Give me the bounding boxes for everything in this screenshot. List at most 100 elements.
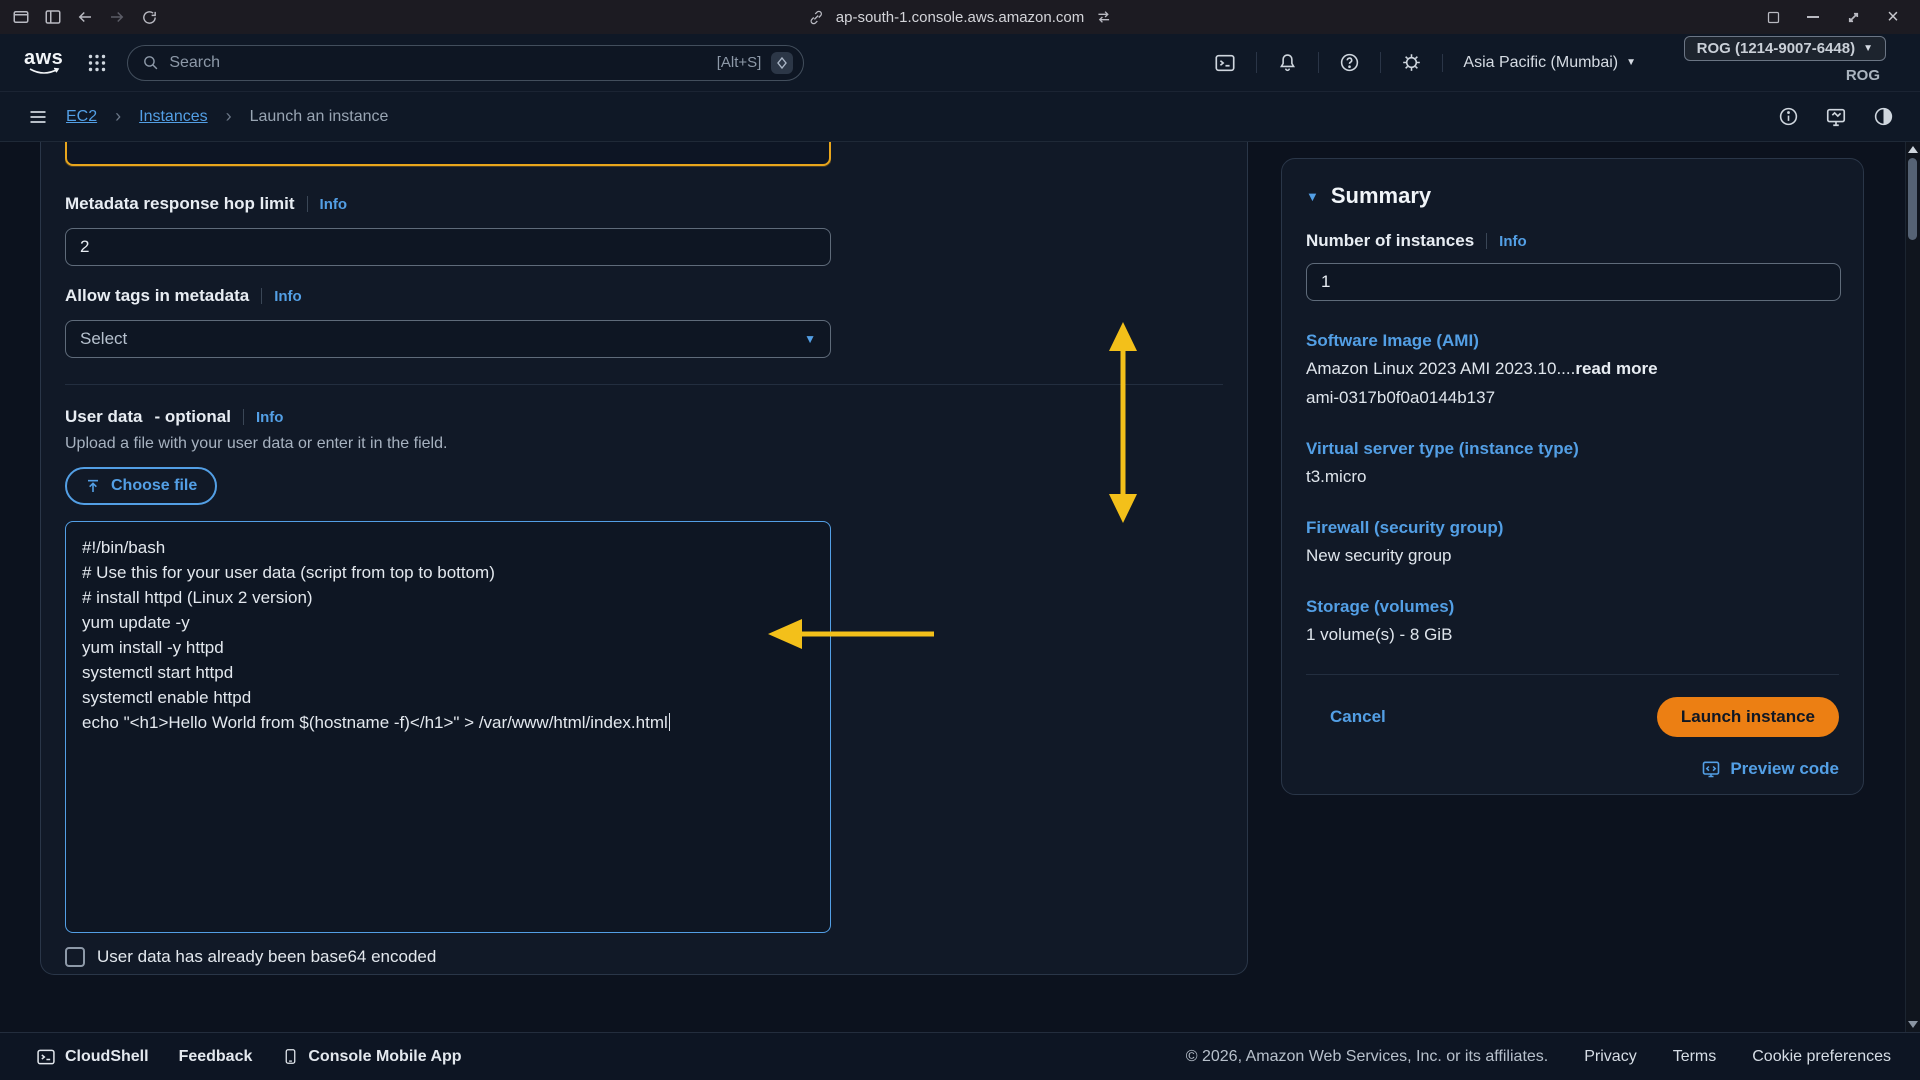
firefox-view-icon[interactable] <box>10 6 32 28</box>
cloudshell-icon <box>36 1047 56 1067</box>
breadcrumb-current: Launch an instance <box>250 108 389 126</box>
user-data-textarea[interactable]: #!/bin/bash # Use this for your user dat… <box>65 521 831 933</box>
chevron-down-icon: ▼ <box>1863 43 1873 54</box>
window-icon[interactable] <box>1762 6 1784 28</box>
amazon-q-icon[interactable] <box>771 52 793 74</box>
base64-checkbox[interactable] <box>65 947 85 967</box>
breadcrumb-instances[interactable]: Instances <box>139 108 207 126</box>
collapse-caret-icon: ▼ <box>1306 189 1319 204</box>
user-data-info-link[interactable]: Info <box>256 409 284 426</box>
feedback-icon[interactable] <box>1825 106 1847 128</box>
console-search[interactable]: [Alt+S] <box>127 45 804 81</box>
footer-feedback-button[interactable]: Feedback <box>179 1048 253 1066</box>
info-icon[interactable] <box>1778 106 1799 127</box>
cancel-button[interactable]: Cancel <box>1330 707 1386 727</box>
account-menu-label: ROG (1214-9007-6448) <box>1697 40 1855 57</box>
footer-mobile-app-button[interactable]: Console Mobile App <box>282 1048 461 1066</box>
notifications-bell-icon[interactable] <box>1256 52 1318 73</box>
switch-icon[interactable] <box>1093 6 1115 28</box>
allow-tags-label: Allow tags in metadata <box>65 286 249 306</box>
close-icon[interactable]: × <box>1882 6 1904 28</box>
aws-logo-text: aws <box>24 49 63 67</box>
help-icon[interactable] <box>1318 52 1380 73</box>
privacy-link[interactable]: Privacy <box>1584 1048 1636 1066</box>
aws-header: aws [Alt+S] Asia Pacific (Mumbai) ▼ <box>0 34 1920 92</box>
instances-info-link[interactable]: Info <box>1499 233 1527 250</box>
aws-smile-icon <box>28 67 60 76</box>
label-divider <box>261 288 262 304</box>
url-text: ap-south-1.console.aws.amazon.com <box>836 9 1084 26</box>
breadcrumb-separator: › <box>226 106 232 127</box>
allow-tags-select[interactable]: Select ▼ <box>65 320 831 358</box>
label-divider <box>1486 233 1487 249</box>
scrollbar-thumb[interactable] <box>1908 158 1917 240</box>
choose-file-button[interactable]: Choose file <box>65 467 217 505</box>
browser-titlebar: ap-south-1.console.aws.amazon.com × <box>0 0 1920 34</box>
minimize-icon[interactable] <box>1802 6 1824 28</box>
preview-code-button[interactable]: Preview code <box>1306 759 1839 779</box>
focused-field[interactable] <box>65 142 831 166</box>
allow-tags-select-value: Select <box>80 329 127 349</box>
scrollbar[interactable] <box>1905 142 1920 1032</box>
breadcrumb-separator: › <box>115 106 121 127</box>
preview-code-icon <box>1701 759 1721 779</box>
hop-limit-input[interactable] <box>65 228 831 266</box>
user-data-description: Upload a file with your user data or ent… <box>65 435 1223 453</box>
cloudshell-icon[interactable] <box>1194 52 1256 74</box>
summary-panel: ▼ Summary Number of instances Info Softw… <box>1281 158 1864 795</box>
summary-ami-heading[interactable]: Software Image (AMI) <box>1306 331 1839 351</box>
services-grid-icon[interactable] <box>87 53 107 73</box>
summary-firewall-heading[interactable]: Firewall (security group) <box>1306 518 1839 538</box>
mobile-app-label: Console Mobile App <box>308 1048 461 1066</box>
aws-logo[interactable]: aws <box>24 49 63 76</box>
preview-code-label: Preview code <box>1730 759 1839 779</box>
breadcrumb-ec2[interactable]: EC2 <box>66 108 97 126</box>
summary-instance-type-value: t3.micro <box>1306 465 1839 488</box>
console-footer: CloudShell Feedback Console Mobile App ©… <box>0 1032 1920 1080</box>
url-bar[interactable]: ap-south-1.console.aws.amazon.com <box>805 6 1115 28</box>
instances-count-input[interactable] <box>1306 263 1841 301</box>
chevron-down-icon: ▼ <box>804 332 816 346</box>
summary-ami-id: ami-0317b0f0a0144b137 <box>1306 386 1839 409</box>
upload-icon <box>85 478 101 494</box>
cookie-preferences-link[interactable]: Cookie preferences <box>1752 1048 1891 1066</box>
ami-read-more-link[interactable]: read more <box>1575 359 1657 378</box>
label-divider <box>307 196 308 212</box>
back-icon[interactable] <box>74 6 96 28</box>
region-label: Asia Pacific (Mumbai) <box>1463 54 1618 72</box>
summary-instance-type-heading[interactable]: Virtual server type (instance type) <box>1306 439 1839 459</box>
forward-icon[interactable] <box>106 6 128 28</box>
scroll-up-icon[interactable] <box>1908 146 1918 153</box>
sidebar-toggle-icon[interactable] <box>42 6 64 28</box>
footer-cloudshell-button[interactable]: CloudShell <box>36 1047 149 1067</box>
summary-title: Summary <box>1331 183 1431 209</box>
instances-count-label: Number of instances <box>1306 231 1474 251</box>
text-cursor <box>669 713 671 731</box>
main-content: Metadata response hop limit Info Allow t… <box>0 142 1905 1032</box>
terms-link[interactable]: Terms <box>1673 1048 1717 1066</box>
hamburger-menu-icon[interactable] <box>28 107 48 127</box>
summary-divider <box>1306 674 1839 675</box>
advanced-details-panel: Metadata response hop limit Info Allow t… <box>40 142 1248 975</box>
help-panel-icon[interactable] <box>1873 106 1894 127</box>
summary-ami-description: Amazon Linux 2023 AMI 2023.10.... <box>1306 359 1575 378</box>
summary-header[interactable]: ▼ Summary <box>1306 183 1839 209</box>
account-menu-button[interactable]: ROG (1214-9007-6448) ▼ <box>1684 36 1886 61</box>
user-data-script: #!/bin/bash # Use this for your user dat… <box>82 538 668 732</box>
breadcrumb-bar: EC2 › Instances › Launch an instance <box>0 92 1920 142</box>
summary-storage-heading[interactable]: Storage (volumes) <box>1306 597 1839 617</box>
scroll-down-icon[interactable] <box>1908 1021 1918 1028</box>
restore-icon[interactable] <box>1842 6 1864 28</box>
search-input[interactable] <box>169 54 706 72</box>
reload-icon[interactable] <box>138 6 160 28</box>
cloudshell-label: CloudShell <box>65 1048 149 1066</box>
allow-tags-info-link[interactable]: Info <box>274 288 302 305</box>
launch-instance-button[interactable]: Launch instance <box>1657 697 1839 737</box>
chevron-down-icon: ▼ <box>1626 57 1636 68</box>
search-shortcut-hint: [Alt+S] <box>717 54 762 71</box>
settings-gear-icon[interactable] <box>1380 52 1442 73</box>
region-selector[interactable]: Asia Pacific (Mumbai) ▼ <box>1442 54 1636 72</box>
account-name-label: ROG <box>1846 67 1880 84</box>
hop-limit-info-link[interactable]: Info <box>320 196 348 213</box>
label-divider <box>243 409 244 425</box>
